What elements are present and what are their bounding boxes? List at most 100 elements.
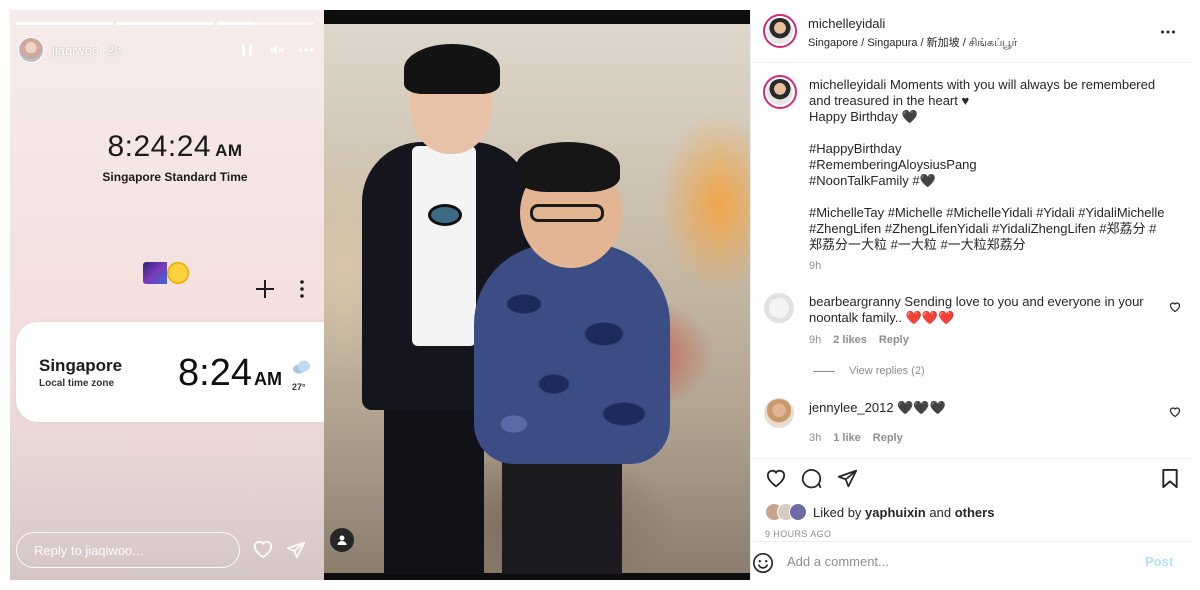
liked-by: Liked by yaphuixin and others <box>765 503 994 521</box>
liked-by-and: and <box>929 504 952 520</box>
photo-figure-part <box>530 204 604 222</box>
story-progress-segment <box>16 22 114 25</box>
clock-time-row: 8:24:24 AM <box>10 130 324 164</box>
post-caption: michelleyidali Moments with you will alw… <box>809 77 1169 253</box>
story-header: jiaqiwoo 2h <box>18 36 314 64</box>
plus-icon <box>256 280 274 298</box>
comment-icon[interactable] <box>801 468 822 489</box>
comment-body: jennylee_2012 🖤🖤🖤 <box>809 400 1149 416</box>
clock-card-city: Singapore <box>39 356 123 375</box>
heart-icon[interactable] <box>1169 406 1181 418</box>
bookmark-icon[interactable] <box>1161 468 1179 489</box>
caption-line: michelleyidali Moments with you will alw… <box>809 77 1169 109</box>
user-tag-icon[interactable] <box>330 528 354 552</box>
photo-figure-part <box>484 264 660 454</box>
story-clock: 8:24:24 AM Singapore Standard Time <box>10 130 324 184</box>
caption-hashtags[interactable]: #MichelleTay #Michelle #MichelleYidali #… <box>809 205 1169 253</box>
story-progress-fill <box>116 22 214 25</box>
photo-figure-part <box>516 142 620 192</box>
post-photo <box>324 10 750 580</box>
photo-figure-part <box>502 454 622 574</box>
clock-card-ampm: AM <box>253 369 282 389</box>
mute-icon[interactable] <box>268 42 284 58</box>
story-progress-segment <box>116 22 214 25</box>
story-controls <box>240 42 314 58</box>
caption-hashtag[interactable]: #HappyBirthday <box>809 141 1169 157</box>
liker-avatar <box>789 503 807 521</box>
replies-divider <box>813 370 835 372</box>
caption-hashtag[interactable]: #RememberingAloysiusPang <box>809 157 1169 173</box>
galaxy-sticker-icon <box>143 262 167 284</box>
comment-reply-button[interactable]: Reply <box>879 334 909 346</box>
story-time-ago: 2h <box>106 42 122 58</box>
clock-card-time-row: 8:24 AM <box>178 352 282 395</box>
comment-body: bearbeargranny Sending love to you and e… <box>809 294 1149 326</box>
clock-card-time: 8:24 <box>178 352 252 394</box>
story-reply-input[interactable]: Reply to jiaqiwoo... <box>16 532 240 568</box>
caption-line: Happy Birthday 🖤 <box>809 109 918 124</box>
photo-figure-part <box>384 394 484 574</box>
liked-by-user[interactable]: yaphuixin <box>865 505 926 520</box>
more-horizontal-icon[interactable] <box>298 42 314 58</box>
commenter-username[interactable]: jennylee_2012 <box>809 400 894 415</box>
caption-username[interactable]: michelleyidali <box>809 77 886 92</box>
send-icon[interactable] <box>837 468 858 489</box>
photo-figure-part <box>412 146 476 346</box>
commenter-avatar[interactable] <box>764 293 794 323</box>
post-time-ago: 9 HOURS AGO <box>765 529 832 539</box>
more-horizontal-icon[interactable] <box>1160 24 1176 40</box>
liked-by-prefix: Liked by <box>813 504 862 520</box>
more-vertical-icon <box>300 280 304 298</box>
comment-likes[interactable]: 2 likes <box>833 334 867 346</box>
caption-time: 9h <box>809 260 822 272</box>
comment-input[interactable]: Add a comment... <box>787 554 889 569</box>
hugging-face-icon <box>167 262 189 284</box>
emoji-icon[interactable] <box>752 552 774 574</box>
world-clock-card: Singapore Local time zone 8:24 AM 27° <box>16 322 324 422</box>
commenter-avatar[interactable] <box>764 398 794 428</box>
clock-ampm: AM <box>215 141 243 160</box>
comment-hearts: 🖤🖤🖤 <box>897 400 946 415</box>
post-comment-button[interactable]: Post <box>1145 554 1173 569</box>
avatar-image <box>767 79 793 105</box>
comment-likes[interactable]: 1 like <box>833 432 861 444</box>
photo-figure-part <box>404 44 500 94</box>
story-progress-bars <box>16 22 314 25</box>
clock-zone: Singapore Standard Time <box>102 170 248 184</box>
add-comment-bar: Add a comment... Post <box>751 541 1191 580</box>
post-author-avatar[interactable] <box>763 14 797 48</box>
avatar-image <box>767 18 793 44</box>
view-replies-label: View replies (2) <box>849 365 925 377</box>
pause-icon[interactable] <box>240 42 254 58</box>
post-location[interactable]: Singapore / Singapura / 新加坡 / சிங்கப்பூர… <box>808 34 1017 51</box>
story-progress-fill <box>216 22 254 25</box>
photo-scene <box>324 24 750 574</box>
post-header: michelleyidali Singapore / Singapura / 新… <box>751 10 1191 63</box>
photo-figure-part <box>428 204 462 226</box>
heart-icon[interactable] <box>252 539 274 559</box>
caption-avatar[interactable] <box>763 75 797 109</box>
post-author-username[interactable]: michelleyidali <box>808 16 885 31</box>
caption-hashtag[interactable]: #NoonTalkFamily #🖤 <box>809 173 1169 189</box>
heart-icon[interactable] <box>765 468 787 488</box>
post-sidebar: michelleyidali Singapore / Singapura / 新… <box>750 10 1191 580</box>
clock-card-temperature: 27° <box>292 382 306 392</box>
commenter-username[interactable]: bearbeargranny <box>809 294 901 309</box>
heart-icon[interactable] <box>1169 301 1181 313</box>
liker-avatars[interactable] <box>765 503 807 521</box>
comment-meta: 9h 2 likes Reply <box>809 334 909 346</box>
send-icon[interactable] <box>286 540 306 560</box>
liked-by-others[interactable]: others <box>955 505 995 520</box>
comment-time: 3h <box>809 432 822 444</box>
caption-line <box>809 189 1169 205</box>
clock-time: 8:24:24 <box>107 130 212 163</box>
story-username[interactable]: jiaqiwoo <box>52 43 99 58</box>
story-progress-fill <box>16 22 114 25</box>
view-replies-button[interactable]: View replies (2) <box>813 365 925 377</box>
story-avatar[interactable] <box>18 37 44 63</box>
comment-reply-button[interactable]: Reply <box>873 432 903 444</box>
cloud-icon <box>293 360 310 374</box>
emoji-sticker <box>143 262 189 284</box>
caption-line <box>809 125 1169 141</box>
comment-time: 9h <box>809 334 822 346</box>
